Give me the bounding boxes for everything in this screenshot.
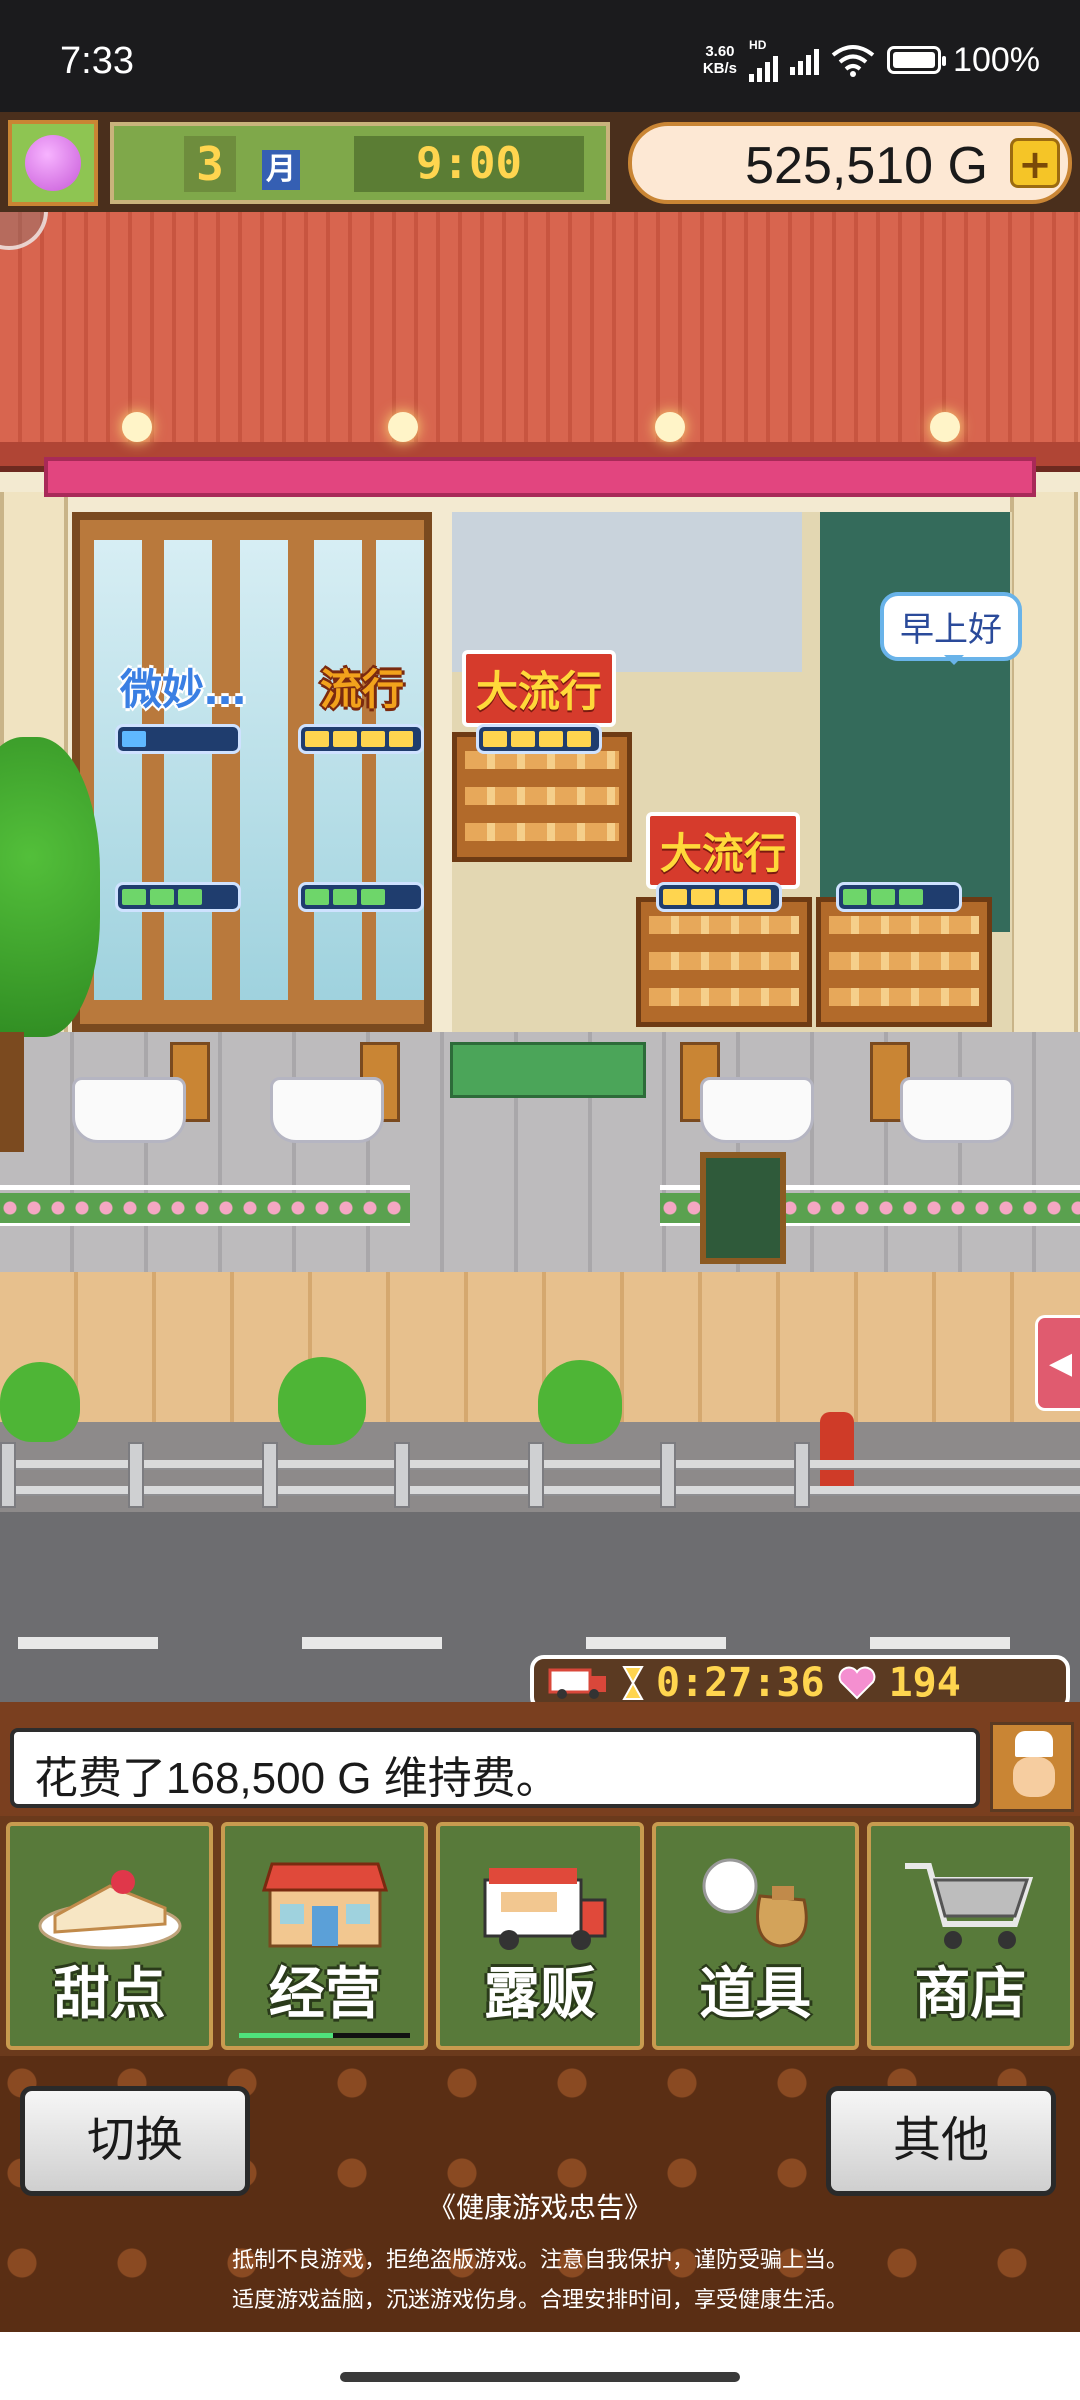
stock-gauge (836, 882, 962, 912)
popularity-tag: 流行 (320, 665, 405, 714)
signal-1-icon: HD (749, 38, 779, 82)
notice-title: 《健康游戏忠告》 (427, 2192, 652, 2223)
status-icons: 3.60 KB/s HD 100% (703, 38, 1040, 82)
lamp-icon (655, 412, 685, 442)
add-money-button[interactable]: + (1010, 138, 1060, 188)
truck-icon (548, 1668, 606, 1699)
switch-button[interactable]: 切换 (20, 2086, 250, 2196)
money-amount: 525,510 G (745, 137, 988, 195)
bush (538, 1360, 622, 1444)
system-nav-bar (0, 2332, 1080, 2400)
calendar-panel: 3 月 9:00 (110, 122, 610, 204)
event-timer[interactable]: 0:27:36 194 (530, 1655, 1070, 1702)
shop-window (72, 512, 432, 1032)
popularity-tag: 微妙… (120, 665, 247, 714)
bottom-panel: 切换 其他 《健康游戏忠告》 抵制不良游戏，拒绝盗版游戏。注意自我保护，谨防受骗… (0, 2056, 1080, 2332)
lane-mark (870, 1637, 1010, 1649)
guard-rail (0, 1442, 1080, 1512)
message-bar: 花费了168,500 G 维持费。 (0, 1702, 1080, 1816)
bush (0, 1362, 80, 1442)
display-shelf[interactable] (636, 897, 812, 1027)
home-gesture-handle[interactable] (340, 2372, 740, 2382)
side-panel-toggle[interactable]: ◀ (1035, 1315, 1080, 1411)
lane-mark (18, 1637, 158, 1649)
lamp-icon (122, 412, 152, 442)
active-indicator (239, 2033, 411, 2038)
food-truck-icon (483, 1868, 607, 1950)
status-time: 7:33 (60, 40, 134, 82)
menu-sweets[interactable]: 甜点 (6, 1822, 214, 2050)
kitchen-area (452, 512, 802, 672)
arrow-left-icon: ◀ (1048, 1345, 1073, 1381)
cake-icon (38, 1870, 182, 1950)
timer-value: 0:27:36 (656, 1660, 825, 1702)
status-bar: 7:33 3.60 KB/s HD 100% (0, 0, 1080, 112)
popularity-gauge (115, 724, 241, 754)
speech-bubble: 早上好 (880, 592, 1022, 665)
tree-trunk (0, 1032, 24, 1152)
popularity-gauge (298, 724, 424, 754)
health-notice: 《健康游戏忠告》 抵制不良游戏，拒绝盗版游戏。注意自我保护，谨防受骗上当。 适度… (0, 2186, 1080, 2320)
garden-fence (0, 1177, 410, 1237)
money-panel: 525,510 G + (628, 122, 1072, 204)
bush (278, 1357, 366, 1445)
notice-line: 适度游戏益脑，沉迷游戏伤身。合理安排时间，享受健康生活。 (231, 2287, 848, 2312)
game-scene[interactable]: 微妙… 流行 大流行 大流行 早上好 ◀ 0:27:36 194 (0, 112, 1080, 1702)
item-bag-icon (702, 1858, 808, 1948)
top-hud: 3 月 9:00 525,510 G + (0, 112, 1080, 212)
battery-icon (887, 46, 947, 74)
doormat (450, 1042, 646, 1098)
menu-items[interactable]: 道具 (651, 1822, 859, 2050)
network-speed: 3.60 KB/s (702, 43, 738, 77)
stock-gauge (115, 882, 241, 912)
other-button[interactable]: 其他 (826, 2086, 1056, 2196)
stock-gauge (656, 882, 782, 912)
menu-stall[interactable]: 露贩 (436, 1822, 644, 2050)
game-clock: 9:00 (354, 136, 584, 192)
cafe-table (72, 1077, 186, 1143)
shopping-cart-icon (905, 1863, 1034, 1949)
message-text: 花费了168,500 G 维持费。 (10, 1728, 980, 1808)
lane-mark (586, 1637, 726, 1649)
display-shelf[interactable] (816, 897, 992, 1027)
heart-count: 194 (888, 1660, 961, 1702)
heart-icon (838, 1666, 876, 1700)
lamp-icon (388, 412, 418, 442)
shop-sign-bar (44, 457, 1036, 497)
month-label: 月 (262, 150, 300, 190)
cafe-table (900, 1077, 1014, 1143)
signal-2-icon (790, 45, 820, 75)
battery-percent: 100% (953, 40, 1040, 79)
staircase (820, 512, 1010, 932)
cafe-table (270, 1077, 384, 1143)
wifi-icon (831, 45, 875, 77)
notice-line: 抵制不良游戏，拒绝盗版游戏。注意自我保护，谨防受骗上当。 (231, 2247, 848, 2272)
popularity-gauge (476, 724, 602, 754)
popularity-tag: 大流行 (646, 812, 801, 889)
cotton-candy-icon (25, 135, 81, 191)
stock-gauge (298, 882, 424, 912)
lane-mark (302, 1637, 442, 1649)
lamp-icon (930, 412, 960, 442)
shop-icon (261, 1862, 388, 1948)
menu-shop[interactable]: 商店 (866, 1822, 1075, 2050)
chef-avatar[interactable] (990, 1722, 1074, 1812)
main-menu: 甜点 经营 露贩 道具 商店 (0, 1816, 1080, 2056)
hourglass-icon (622, 1666, 644, 1700)
menu-signboard (700, 1152, 786, 1264)
month-number: 3 (184, 136, 236, 192)
cafe-table (700, 1077, 814, 1143)
popularity-tag: 大流行 (462, 650, 617, 727)
profile-avatar[interactable] (8, 120, 98, 206)
menu-management[interactable]: 经营 (221, 1822, 429, 2050)
